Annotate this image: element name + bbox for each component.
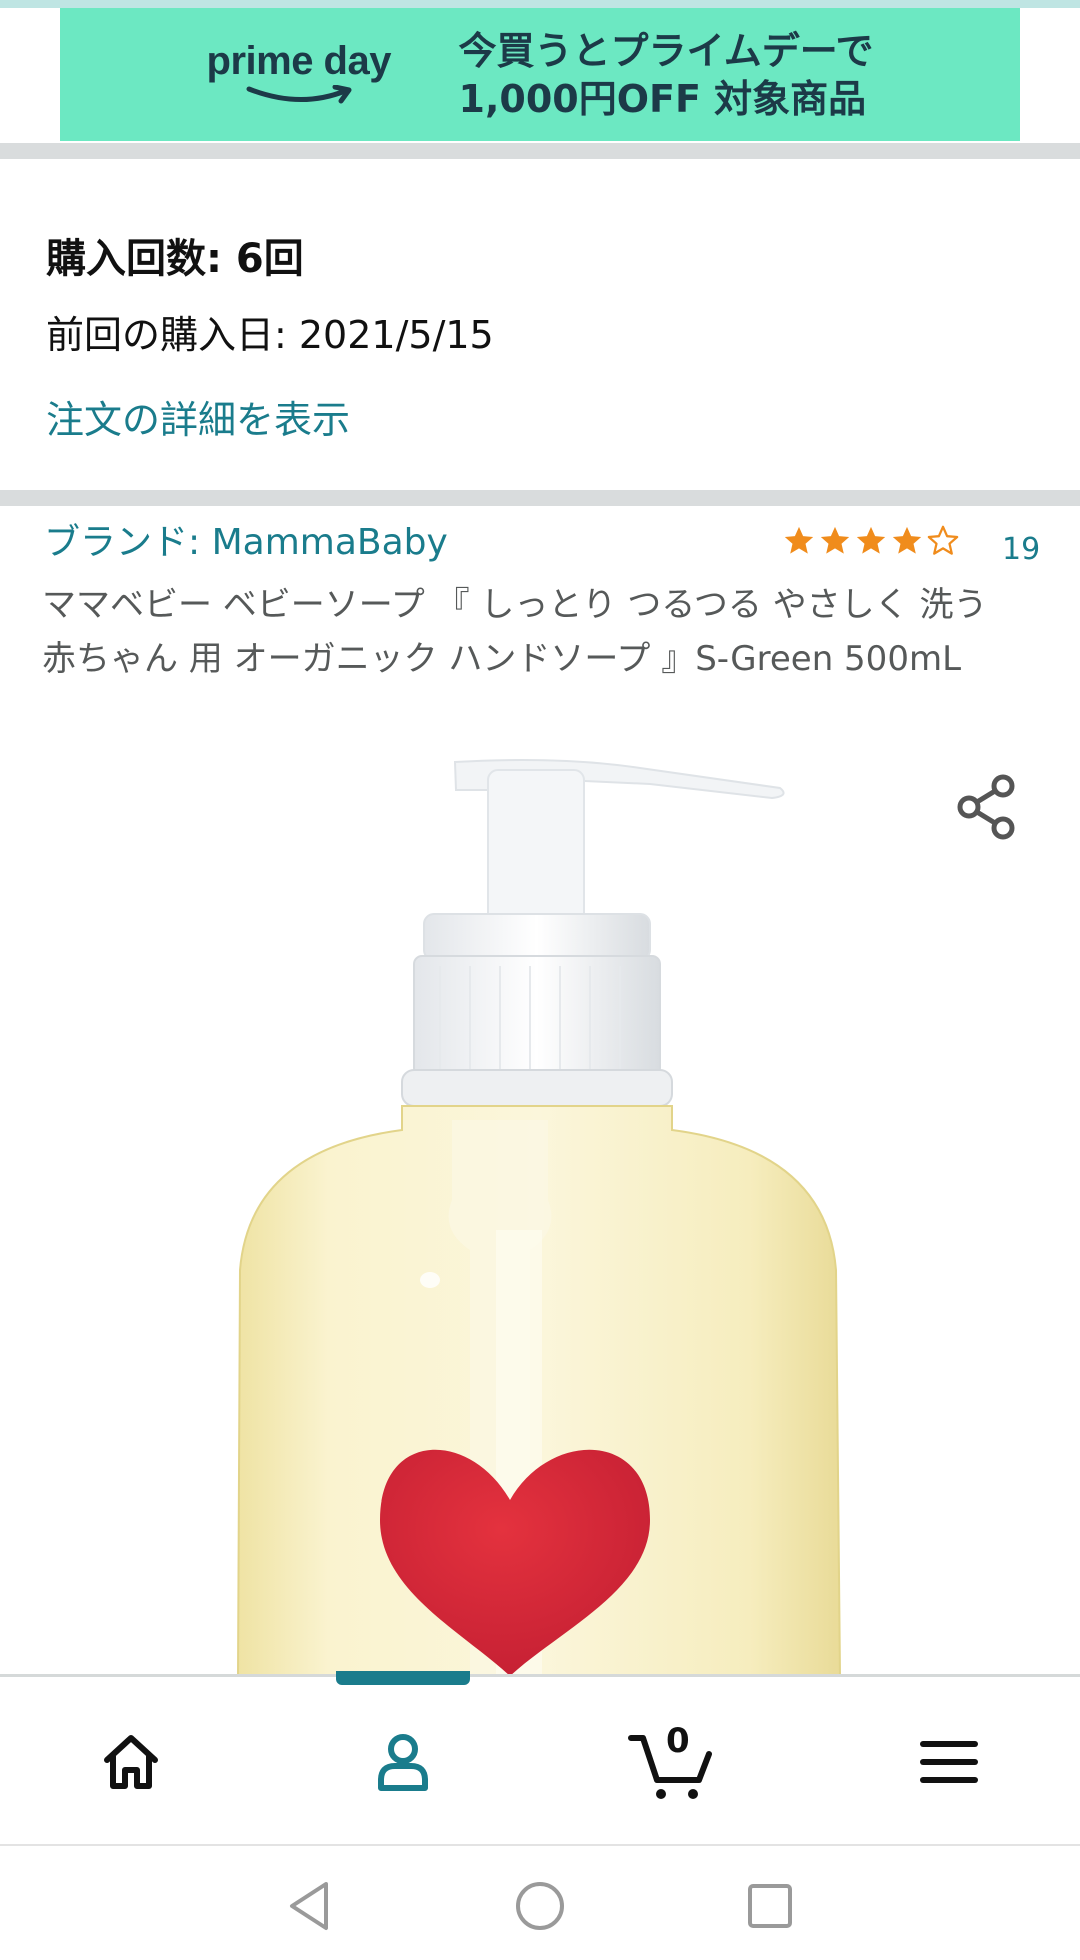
back-icon	[290, 1882, 328, 1930]
star-rating[interactable]	[782, 524, 960, 558]
system-recents-button[interactable]	[740, 1876, 800, 1936]
menu-icon	[920, 1741, 978, 1783]
home-icon	[104, 1735, 158, 1789]
view-order-details-link[interactable]: 注文の詳細を表示	[46, 390, 494, 450]
banner-line-1: 今買うとプライムデーで	[458, 28, 874, 73]
section-divider	[0, 490, 1080, 506]
bottom-navigation: 0	[0, 1671, 1080, 1844]
prime-day-logo-text: prime day	[206, 38, 392, 83]
banner-text: 今買うとプライムデーで 1,000円OFF 対象商品	[459, 27, 874, 123]
purchase-count: 購入回数: 6回	[46, 236, 304, 282]
cart-count: 0	[666, 1721, 690, 1761]
system-navigation-bar	[0, 1844, 1080, 1960]
prime-day-logo: prime day	[207, 35, 407, 115]
star-full-icon	[820, 526, 850, 554]
star-full-icon	[892, 526, 922, 554]
top-strip	[0, 0, 1080, 8]
system-home-button[interactable]	[510, 1876, 570, 1936]
account-icon	[378, 1734, 428, 1791]
last-purchase-date: 前回の購入日: 2021/5/15	[46, 313, 494, 357]
soap-bottle-image	[236, 759, 842, 1676]
recents-icon	[748, 1884, 792, 1928]
review-count[interactable]: 19	[1002, 532, 1040, 567]
nav-account[interactable]	[358, 1717, 448, 1807]
home-circle-icon	[516, 1882, 564, 1930]
prime-day-banner[interactable]: prime day 今買うとプライムデーで 1,000円OFF 対象商品	[60, 8, 1020, 141]
star-empty-icon	[927, 525, 959, 555]
product-title: ママベビー ベビーソープ 『 しっとり つるつる やさしく 洗う 赤ちゃん 用 …	[42, 585, 988, 679]
system-back-button[interactable]	[280, 1876, 340, 1936]
star-full-icon	[856, 526, 886, 554]
share-icon	[957, 774, 1015, 840]
banner-line-2: 1,000円OFF 対象商品	[458, 76, 867, 121]
section-divider	[0, 143, 1080, 159]
purchase-history: 購入回数: 6回 前回の購入日: 2021/5/15 注文の詳細を表示	[46, 230, 494, 450]
star-full-icon	[784, 526, 814, 554]
product-image[interactable]	[0, 730, 1080, 1676]
share-button[interactable]	[952, 772, 1022, 842]
smile-arrow-icon	[246, 84, 352, 103]
nav-cart[interactable]: 0	[626, 1717, 716, 1807]
brand-link[interactable]: ブランド: MammaBaby	[44, 518, 448, 568]
nav-home[interactable]	[86, 1717, 176, 1807]
active-tab-indicator	[336, 1671, 470, 1685]
nav-menu[interactable]	[904, 1717, 994, 1807]
